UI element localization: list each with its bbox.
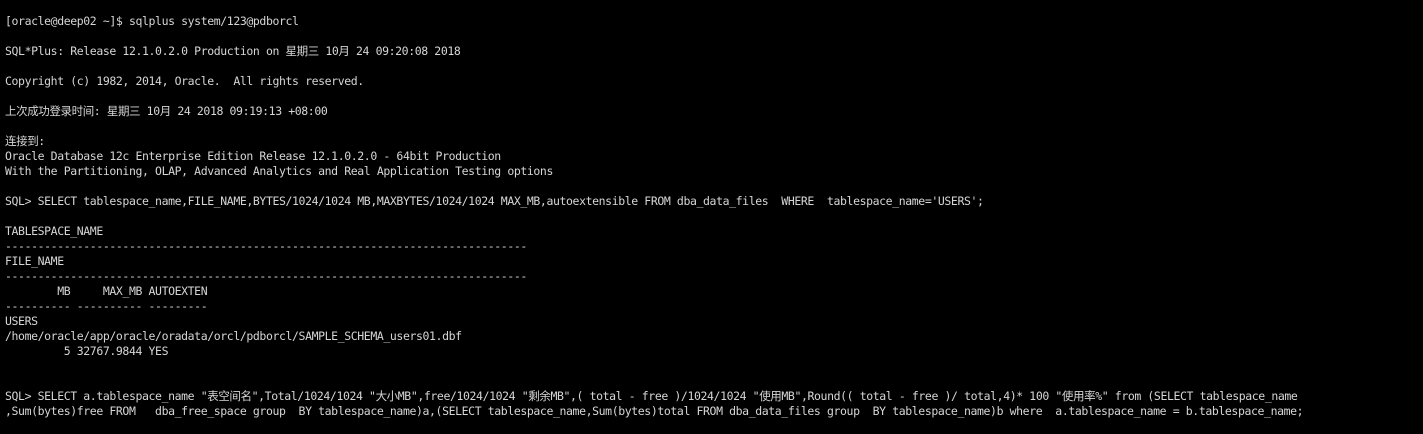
result-column-header: FILE_NAME bbox=[5, 254, 64, 268]
database-version-line: Oracle Database 12c Enterprise Edition R… bbox=[5, 149, 501, 163]
terminal-window[interactable]: [oracle@deep02 ~]$ sqlplus system/123@pd… bbox=[0, 0, 1423, 434]
result-row: /home/oracle/app/oracle/oradata/orcl/pdb… bbox=[5, 329, 462, 343]
sqlplus-banner-line: SQL*Plus: Release 12.1.0.2.0 Production … bbox=[5, 44, 461, 58]
result-column-header: MB MAX_MB AUTOEXTEN bbox=[5, 284, 208, 298]
last-login-line: 上次成功登录时间: 星期三 10月 24 2018 09:19:13 +08:0… bbox=[5, 104, 328, 118]
sql-query-line: SQL> SELECT a.tablespace_name "表空间名",Tot… bbox=[5, 389, 1298, 403]
database-options-line: With the Partitioning, OLAP, Advanced An… bbox=[5, 164, 553, 178]
result-separator: ---------- ---------- --------- bbox=[5, 299, 208, 313]
result-row: 5 32767.9844 YES bbox=[5, 344, 169, 358]
sql-query-line: SQL> SELECT tablespace_name,FILE_NAME,BY… bbox=[5, 194, 984, 208]
copyright-line: Copyright (c) 1982, 2014, Oracle. All ri… bbox=[5, 74, 364, 88]
result-column-header: TABLESPACE_NAME bbox=[5, 224, 103, 238]
connected-to-line: 连接到: bbox=[5, 134, 45, 148]
terminal-output: [oracle@deep02 ~]$ sqlplus system/123@pd… bbox=[5, 14, 1304, 419]
shell-prompt-line: [oracle@deep02 ~]$ sqlplus system/123@pd… bbox=[5, 14, 299, 28]
result-separator: ----------------------------------------… bbox=[5, 269, 527, 283]
result-row: USERS bbox=[5, 314, 38, 328]
result-separator: ----------------------------------------… bbox=[5, 239, 527, 253]
sql-query-continuation-line: ,Sum(bytes)free FROM dba_free_space grou… bbox=[5, 404, 1304, 418]
